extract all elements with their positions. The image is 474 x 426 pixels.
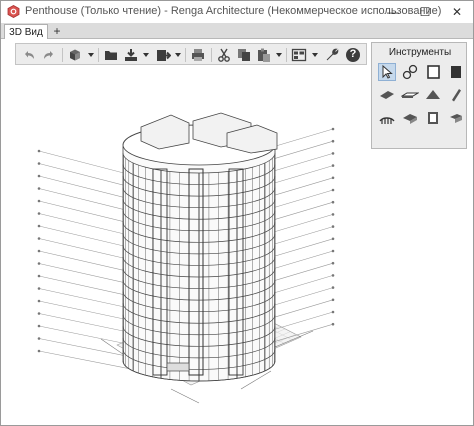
- roof-icon: [426, 90, 440, 99]
- beam-tool-button[interactable]: [378, 86, 396, 104]
- level-marker-left: [37, 249, 41, 253]
- level-marker-left: [37, 274, 41, 278]
- window-icon: [428, 112, 438, 124]
- door-icon: [450, 114, 462, 123]
- level-marker-right: [331, 152, 335, 155]
- level-marker-left: [37, 299, 41, 303]
- view-dropdown-arrow[interactable]: [88, 53, 94, 57]
- axis-marker-line: [170, 388, 200, 404]
- views-icon[interactable]: [291, 47, 307, 63]
- level-marker-left: [37, 162, 41, 165]
- level-marker-right: [331, 188, 335, 192]
- floor-icon: [451, 66, 461, 78]
- level-marker-left: [37, 337, 41, 340]
- penthouse-block: [140, 114, 190, 150]
- window-tool-button[interactable]: [424, 109, 442, 127]
- cut-icon[interactable]: [216, 47, 232, 63]
- axes-icon: [402, 64, 418, 80]
- tower-model: [122, 112, 278, 382]
- views-dropdown-arrow[interactable]: [312, 53, 318, 57]
- column-icon: [452, 89, 461, 102]
- add-tab-button[interactable]: +: [50, 24, 64, 38]
- paste-icon[interactable]: [256, 47, 272, 63]
- minimize-button[interactable]: —: [377, 1, 409, 23]
- paste-dropdown-arrow[interactable]: [276, 53, 282, 57]
- railing-tool-button[interactable]: [401, 109, 419, 127]
- tab-bar: 3D Вид +: [1, 23, 473, 39]
- export-dropdown-arrow[interactable]: [175, 53, 181, 57]
- slab-tool-button[interactable]: [400, 86, 420, 104]
- view-cube-icon[interactable]: [67, 47, 83, 63]
- level-marker-right: [331, 261, 335, 265]
- export-icon[interactable]: [155, 47, 171, 63]
- level-marker-right: [331, 298, 335, 302]
- tools-panel-title: Инструменты: [388, 47, 452, 58]
- tools-panel: Инструменты: [371, 42, 467, 149]
- slab-icon: [400, 92, 420, 98]
- level-marker-right: [331, 225, 335, 228]
- railing-icon: [403, 114, 417, 124]
- toolbar-separator: [211, 48, 212, 62]
- level-marker-right: [331, 237, 335, 241]
- axes-tool-button[interactable]: [401, 63, 419, 81]
- renga-logo-icon: [7, 5, 20, 18]
- level-marker-right: [331, 274, 335, 277]
- level-marker-right: [331, 322, 335, 326]
- undo-icon[interactable]: [21, 47, 37, 63]
- level-marker-right: [331, 213, 335, 216]
- level-marker-left: [37, 324, 41, 328]
- building-3d-model[interactable]: [21, 93, 361, 419]
- level-marker-left: [37, 187, 41, 190]
- level-marker-left: [37, 349, 41, 353]
- beam-icon: [380, 91, 394, 99]
- level-marker-left: [37, 312, 41, 315]
- select-icon: [382, 64, 393, 79]
- tab-3d-view[interactable]: 3D Вид: [4, 24, 48, 39]
- level-marker-right: [331, 127, 335, 131]
- level-marker-left: [37, 262, 41, 265]
- select-tool-button[interactable]: [378, 63, 396, 81]
- title-bar[interactable]: Penthouse (Только чтение) - Renga Archit…: [1, 1, 473, 23]
- level-marker-left: [37, 149, 41, 153]
- column-tool-button[interactable]: [447, 86, 465, 104]
- close-button[interactable]: ✕: [441, 1, 473, 23]
- toolbar-separator: [185, 48, 186, 62]
- toolbar-separator: [286, 48, 287, 62]
- level-marker-right: [331, 249, 335, 253]
- roof-tool-button[interactable]: [424, 86, 442, 104]
- print-icon[interactable]: [190, 47, 206, 63]
- level-marker-right: [331, 200, 335, 204]
- level-marker-left: [37, 199, 41, 203]
- level-marker-right: [331, 310, 335, 314]
- import-dropdown-arrow[interactable]: [143, 53, 149, 57]
- main-toolbar: ?: [15, 43, 367, 65]
- toolbar-separator: [98, 48, 99, 62]
- level-marker-left: [37, 287, 41, 290]
- level-marker-left: [37, 237, 41, 240]
- help-icon-glyph: ?: [349, 48, 357, 60]
- door-tool-button[interactable]: [447, 109, 465, 127]
- level-marker-right: [331, 176, 335, 180]
- import-icon[interactable]: [123, 47, 139, 63]
- floor-tool-button[interactable]: [447, 63, 465, 81]
- wall-icon: [427, 65, 440, 79]
- level-marker-right: [331, 139, 335, 143]
- wall-tool-button[interactable]: [424, 63, 442, 81]
- stair-icon: [379, 117, 395, 124]
- redo-icon[interactable]: [41, 47, 57, 63]
- toolbar-separator: [62, 48, 63, 62]
- entrance-canopy: [166, 362, 190, 372]
- level-marker-left: [37, 224, 41, 228]
- copy-icon[interactable]: [236, 47, 252, 63]
- open-folder-icon[interactable]: [103, 47, 119, 63]
- maximize-button[interactable]: ☐: [409, 1, 441, 23]
- level-marker-left: [37, 212, 41, 215]
- app-window: Penthouse (Только чтение) - Renga Archit…: [0, 0, 474, 426]
- level-marker-right: [331, 164, 335, 167]
- settings-wrench-icon[interactable]: [324, 47, 340, 63]
- tab-label: 3D Вид: [9, 26, 43, 38]
- level-marker-left: [37, 174, 41, 178]
- level-marker-right: [331, 286, 335, 289]
- stair-tool-button[interactable]: [378, 109, 396, 127]
